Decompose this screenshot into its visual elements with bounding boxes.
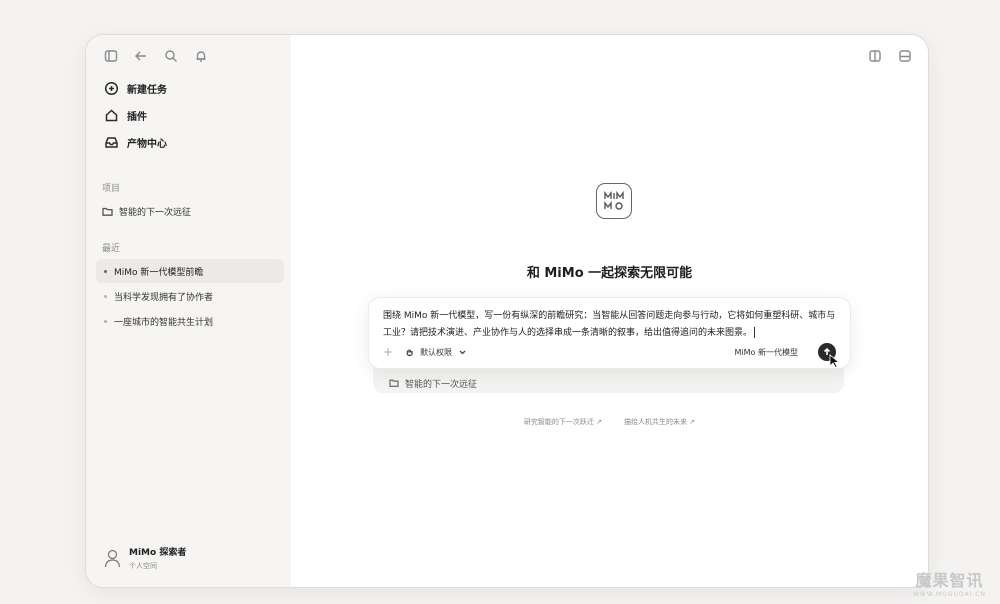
artifacts-button[interactable]: 产物中心 [104, 135, 167, 150]
text-caret [754, 327, 756, 338]
user-profile[interactable]: MiMo 探索者 个人空间 [104, 545, 186, 571]
prompt-composer[interactable]: 围绕 MiMo 新一代模型，写一份有纵深的前瞻研究：当智能从回答问题走向参与行动… [368, 297, 851, 369]
split-view-icon[interactable] [868, 49, 882, 63]
folder-icon [102, 207, 113, 216]
recent-item-mimo-preview[interactable]: MiMo 新一代模型前瞻 [96, 259, 284, 283]
attached-project-label: 智能的下一次远征 [405, 379, 478, 390]
plugins-button[interactable]: 插件 [104, 108, 147, 123]
sidebar-toolbar [104, 49, 208, 63]
bullet-dot [104, 294, 107, 298]
recent-heading: 最近 [102, 244, 121, 254]
watermark-logo: 魔果智讯 WWW.MOGUOAI.CN [913, 567, 986, 598]
page-title: 和 MiMo 一起探索无限可能 [526, 266, 693, 281]
avatar [104, 549, 121, 568]
projects-heading: 项目 [102, 184, 121, 194]
back-arrow-icon[interactable] [134, 49, 148, 63]
new-task-button[interactable]: 新建任务 [104, 81, 167, 96]
watermark-text: 魔果智讯 [915, 571, 984, 590]
prompt-input[interactable]: 围绕 MiMo 新一代模型，写一份有纵深的前瞻研究：当智能从回答问题走向参与行动… [383, 308, 838, 342]
plugins-label: 插件 [127, 112, 147, 123]
sidebar: 新建任务 插件 产物中心 项目 智能的下一次远征 最近 MiMo 新一代模型前瞻… [86, 35, 291, 587]
recent-item-science[interactable]: 当科学发现拥有了协作者 [96, 284, 284, 308]
permission-selector[interactable]: 默认权限 [405, 347, 467, 358]
folder-icon [389, 379, 399, 387]
user-text: MiMo 探索者 个人空间 [129, 545, 186, 571]
inbox-icon [105, 137, 118, 148]
suggestions: 研究智能的下一次跃迁 ↗ 描绘人机共生的未来 ↗ [291, 417, 928, 427]
suggestion-link[interactable]: 研究智能的下一次跃迁 ↗ [524, 417, 602, 427]
project-item[interactable]: 智能的下一次远征 [102, 205, 191, 218]
bullet-dot [104, 269, 107, 273]
user-subtitle: 个人空间 [129, 562, 157, 570]
recent-item-label: 当科学发现拥有了协作者 [114, 292, 214, 303]
main-panel: 和 MiMo 一起探索无限可能 围绕 MiMo 新一代模型，写一份有纵深的前瞻研… [291, 35, 928, 587]
permission-label: 默认权限 [420, 347, 453, 357]
recent-item-city[interactable]: 一座城市的智能共生计划 [96, 309, 284, 333]
recent-item-label: 一座城市的智能共生计划 [114, 317, 214, 328]
app-window: 新建任务 插件 产物中心 项目 智能的下一次远征 最近 MiMo 新一代模型前瞻… [85, 34, 929, 588]
mimo-logo-icon [596, 183, 632, 219]
prompt-text: 围绕 MiMo 新一代模型，写一份有纵深的前瞻研究：当智能从回答问题走向参与行动… [383, 311, 836, 338]
chevron-down-icon [459, 350, 466, 354]
attached-project-chip[interactable]: 智能的下一次远征 [373, 365, 844, 393]
plus-circle-icon [104, 81, 119, 96]
suggestion-link[interactable]: 描绘人机共生的未来 ↗ [624, 417, 695, 427]
puzzle-icon [105, 109, 118, 122]
composer-toolbar: + 默认权限 MiMo 新一代模型 [383, 343, 836, 361]
bullet-dot [104, 319, 107, 323]
new-task-label: 新建任务 [127, 85, 167, 96]
artifacts-label: 产物中心 [127, 139, 167, 150]
add-attachment-button[interactable]: + [383, 345, 393, 359]
mouse-pointer-icon [829, 354, 841, 368]
sidebar-toggle-icon[interactable] [104, 49, 118, 63]
main-toolbar [868, 49, 912, 63]
recent-item-label: MiMo 新一代模型前瞻 [114, 267, 204, 278]
bell-icon[interactable] [194, 49, 208, 63]
user-name: MiMo 探索者 [129, 548, 187, 558]
model-selector[interactable]: MiMo 新一代模型 [735, 347, 798, 358]
hand-icon [406, 349, 413, 356]
search-icon[interactable] [164, 49, 178, 63]
watermark-url: WWW.MOGUOAI.CN [912, 591, 986, 598]
panel-icon[interactable] [898, 49, 912, 63]
project-item-label: 智能的下一次远征 [119, 208, 192, 218]
